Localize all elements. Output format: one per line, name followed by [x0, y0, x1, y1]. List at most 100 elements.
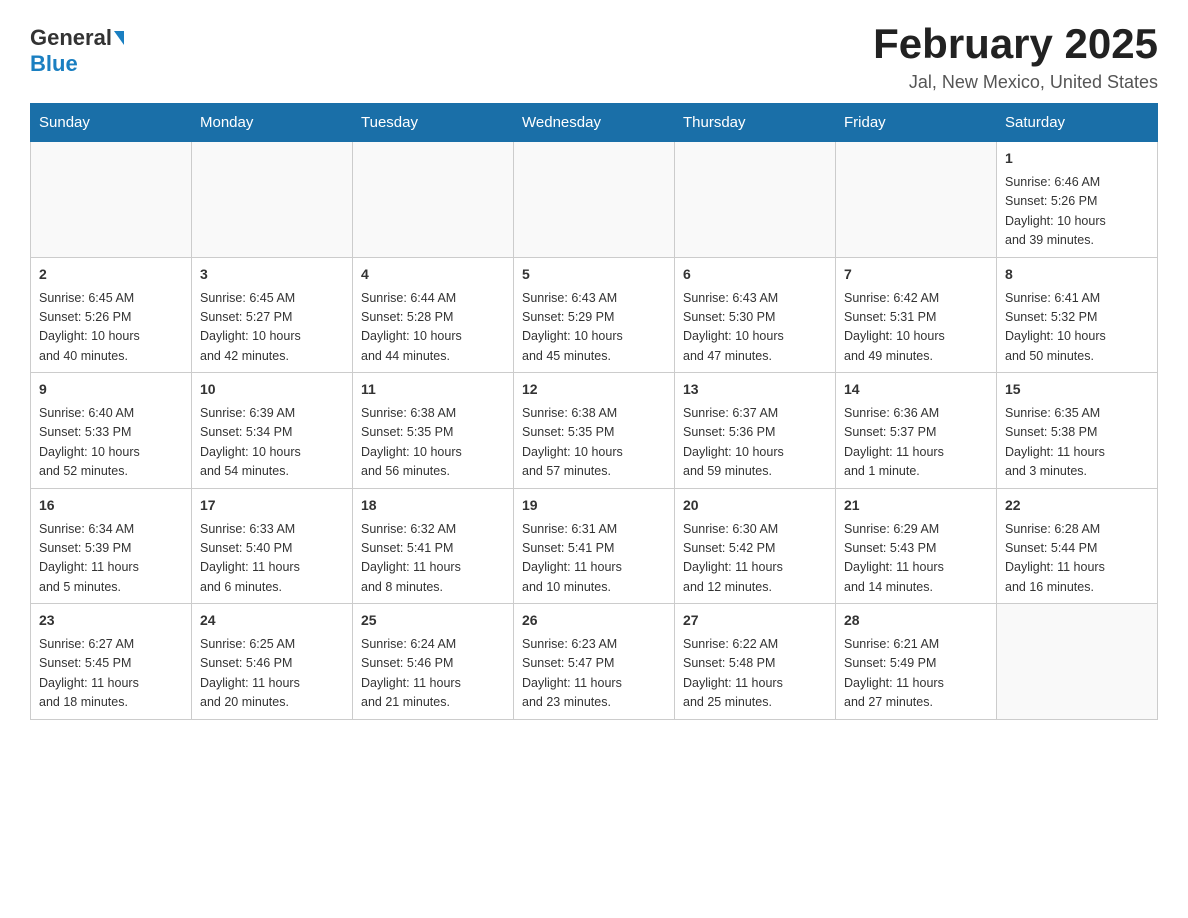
calendar-cell: 3 Sunrise: 6:45 AM Sunset: 5:27 PM Daylig… — [192, 257, 353, 373]
day-number: 3 — [200, 264, 344, 285]
day-number: 27 — [683, 610, 827, 631]
day-number: 4 — [361, 264, 505, 285]
calendar-cell — [31, 142, 192, 258]
calendar-cell: 18Sunrise: 6:32 AM Sunset: 5:41 PM Dayli… — [353, 488, 514, 604]
day-number: 8 — [1005, 264, 1149, 285]
day-number: 12 — [522, 379, 666, 400]
calendar-cell — [514, 142, 675, 258]
calendar-cell: 22 Sunrise: 6:28 AM Sunset: 5:44 PM Dayli… — [997, 488, 1158, 604]
day-number: 10 — [200, 379, 344, 400]
day-info: Sunrise: 6:23 AM Sunset: 5:47 PM Dayligh… — [522, 635, 666, 713]
day-info: Sunrise: 6:42 AM Sunset: 5:31 PM Dayligh… — [844, 289, 988, 367]
calendar-cell — [353, 142, 514, 258]
day-info: Sunrise: 6:31 AM Sunset: 5:41 PM Dayligh… — [522, 520, 666, 598]
day-info: Sunrise: 6:41 AM Sunset: 5:32 PM Dayligh… — [1005, 289, 1149, 367]
calendar-cell: 9Sunrise: 6:40 AM Sunset: 5:33 PM Daylig… — [31, 373, 192, 489]
calendar-title: February 2025 — [873, 20, 1158, 68]
day-info: Sunrise: 6:45 AM Sunset: 5:27 PM Dayligh… — [200, 289, 344, 367]
day-header-monday: Monday — [192, 104, 353, 142]
day-number: 24 — [200, 610, 344, 631]
week-row-2: 2 Sunrise: 6:45 AM Sunset: 5:26 PM Daylig… — [31, 257, 1158, 373]
day-number: 2 — [39, 264, 183, 285]
day-number: 1 — [1005, 148, 1149, 169]
calendar-cell: 16 Sunrise: 6:34 AM Sunset: 5:39 PM Dayli… — [31, 488, 192, 604]
calendar-table: SundayMondayTuesdayWednesdayThursdayFrid… — [30, 103, 1158, 720]
title-section: February 2025 Jal, New Mexico, United St… — [873, 20, 1158, 93]
calendar-cell: 2 Sunrise: 6:45 AM Sunset: 5:26 PM Daylig… — [31, 257, 192, 373]
day-info: Sunrise: 6:28 AM Sunset: 5:44 PM Dayligh… — [1005, 520, 1149, 598]
day-info: Sunrise: 6:36 AM Sunset: 5:37 PM Dayligh… — [844, 404, 988, 482]
day-info: Sunrise: 6:44 AM Sunset: 5:28 PM Dayligh… — [361, 289, 505, 367]
day-info: Sunrise: 6:30 AM Sunset: 5:42 PM Dayligh… — [683, 520, 827, 598]
logo-arrow-icon — [114, 31, 124, 45]
day-number: 22 — [1005, 495, 1149, 516]
day-number: 11 — [361, 379, 505, 400]
calendar-cell: 27Sunrise: 6:22 AM Sunset: 5:48 PM Dayli… — [675, 604, 836, 720]
day-number: 13 — [683, 379, 827, 400]
week-row-4: 16 Sunrise: 6:34 AM Sunset: 5:39 PM Dayli… — [31, 488, 1158, 604]
day-info: Sunrise: 6:37 AM Sunset: 5:36 PM Dayligh… — [683, 404, 827, 482]
day-info: Sunrise: 6:46 AM Sunset: 5:26 PM Dayligh… — [1005, 173, 1149, 251]
calendar-cell: 25Sunrise: 6:24 AM Sunset: 5:46 PM Dayli… — [353, 604, 514, 720]
day-info: Sunrise: 6:39 AM Sunset: 5:34 PM Dayligh… — [200, 404, 344, 482]
week-row-1: 1 Sunrise: 6:46 AM Sunset: 5:26 PM Daylig… — [31, 142, 1158, 258]
calendar-cell: 15 Sunrise: 6:35 AM Sunset: 5:38 PM Dayli… — [997, 373, 1158, 489]
day-number: 28 — [844, 610, 988, 631]
day-number: 14 — [844, 379, 988, 400]
calendar-cell: 26 Sunrise: 6:23 AM Sunset: 5:47 PM Dayli… — [514, 604, 675, 720]
calendar-cell — [675, 142, 836, 258]
calendar-cell: 13 Sunrise: 6:37 AM Sunset: 5:36 PM Dayli… — [675, 373, 836, 489]
logo: General Blue — [30, 20, 124, 77]
day-number: 19 — [522, 495, 666, 516]
calendar-body: 1 Sunrise: 6:46 AM Sunset: 5:26 PM Daylig… — [31, 142, 1158, 720]
day-info: Sunrise: 6:35 AM Sunset: 5:38 PM Dayligh… — [1005, 404, 1149, 482]
day-number: 16 — [39, 495, 183, 516]
day-info: Sunrise: 6:29 AM Sunset: 5:43 PM Dayligh… — [844, 520, 988, 598]
day-number: 17 — [200, 495, 344, 516]
calendar-cell: 5Sunrise: 6:43 AM Sunset: 5:29 PM Daylig… — [514, 257, 675, 373]
calendar-cell — [192, 142, 353, 258]
day-number: 15 — [1005, 379, 1149, 400]
calendar-cell: 1 Sunrise: 6:46 AM Sunset: 5:26 PM Daylig… — [997, 142, 1158, 258]
week-row-5: 23Sunrise: 6:27 AM Sunset: 5:45 PM Dayli… — [31, 604, 1158, 720]
day-number: 21 — [844, 495, 988, 516]
calendar-cell: 17 Sunrise: 6:33 AM Sunset: 5:40 PM Dayli… — [192, 488, 353, 604]
day-info: Sunrise: 6:21 AM Sunset: 5:49 PM Dayligh… — [844, 635, 988, 713]
day-number: 6 — [683, 264, 827, 285]
day-number: 9 — [39, 379, 183, 400]
calendar-cell: 11 Sunrise: 6:38 AM Sunset: 5:35 PM Dayli… — [353, 373, 514, 489]
day-number: 5 — [522, 264, 666, 285]
day-header-tuesday: Tuesday — [353, 104, 514, 142]
calendar-cell: 4 Sunrise: 6:44 AM Sunset: 5:28 PM Daylig… — [353, 257, 514, 373]
calendar-cell: 10 Sunrise: 6:39 AM Sunset: 5:34 PM Dayli… — [192, 373, 353, 489]
calendar-cell: 23Sunrise: 6:27 AM Sunset: 5:45 PM Dayli… — [31, 604, 192, 720]
day-number: 20 — [683, 495, 827, 516]
calendar-cell: 14 Sunrise: 6:36 AM Sunset: 5:37 PM Dayli… — [836, 373, 997, 489]
day-info: Sunrise: 6:45 AM Sunset: 5:26 PM Dayligh… — [39, 289, 183, 367]
calendar-cell: 12 Sunrise: 6:38 AM Sunset: 5:35 PM Dayli… — [514, 373, 675, 489]
calendar-cell: 8 Sunrise: 6:41 AM Sunset: 5:32 PM Daylig… — [997, 257, 1158, 373]
day-info: Sunrise: 6:38 AM Sunset: 5:35 PM Dayligh… — [361, 404, 505, 482]
calendar-cell: 28 Sunrise: 6:21 AM Sunset: 5:49 PM Dayli… — [836, 604, 997, 720]
day-header-wednesday: Wednesday — [514, 104, 675, 142]
day-info: Sunrise: 6:25 AM Sunset: 5:46 PM Dayligh… — [200, 635, 344, 713]
calendar-subtitle: Jal, New Mexico, United States — [873, 72, 1158, 93]
day-info: Sunrise: 6:27 AM Sunset: 5:45 PM Dayligh… — [39, 635, 183, 713]
day-header-sunday: Sunday — [31, 104, 192, 142]
day-info: Sunrise: 6:43 AM Sunset: 5:30 PM Dayligh… — [683, 289, 827, 367]
day-header-friday: Friday — [836, 104, 997, 142]
day-info: Sunrise: 6:24 AM Sunset: 5:46 PM Dayligh… — [361, 635, 505, 713]
day-number: 18 — [361, 495, 505, 516]
day-info: Sunrise: 6:34 AM Sunset: 5:39 PM Dayligh… — [39, 520, 183, 598]
day-header-thursday: Thursday — [675, 104, 836, 142]
day-info: Sunrise: 6:33 AM Sunset: 5:40 PM Dayligh… — [200, 520, 344, 598]
logo-blue-text: Blue — [30, 51, 78, 76]
calendar-cell — [836, 142, 997, 258]
day-info: Sunrise: 6:38 AM Sunset: 5:35 PM Dayligh… — [522, 404, 666, 482]
page-header: General Blue February 2025 Jal, New Mexi… — [30, 20, 1158, 93]
logo-general-text: General — [30, 25, 112, 51]
calendar-cell: 6 Sunrise: 6:43 AM Sunset: 5:30 PM Daylig… — [675, 257, 836, 373]
calendar-cell: 24 Sunrise: 6:25 AM Sunset: 5:46 PM Dayli… — [192, 604, 353, 720]
day-number: 7 — [844, 264, 988, 285]
day-number: 26 — [522, 610, 666, 631]
